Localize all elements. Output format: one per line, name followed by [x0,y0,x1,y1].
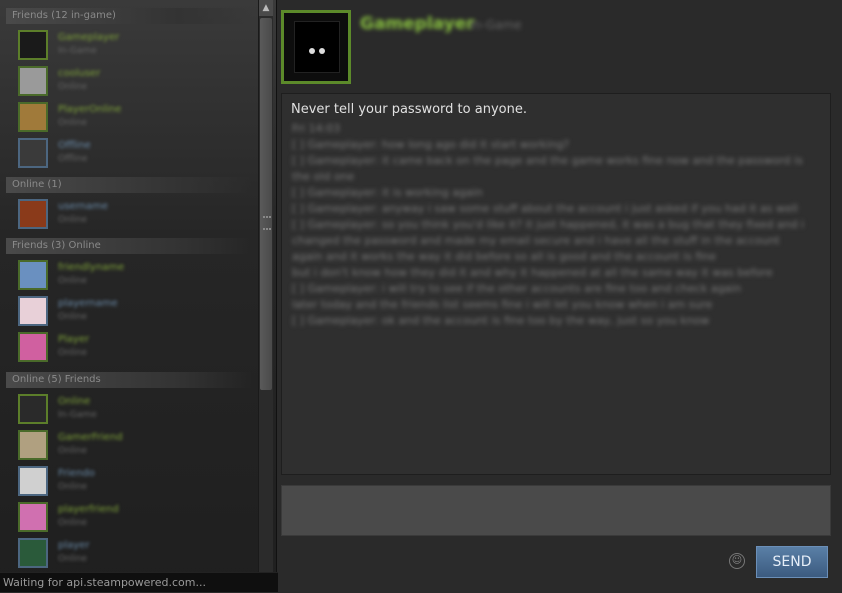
friend-name: player [58,540,90,551]
friend-item[interactable]: username Online [18,199,253,233]
friend-status: Online [58,276,88,286]
avatar [18,502,48,532]
friend-status: Online [58,554,88,564]
friends-scrollbar[interactable]: ▲ [258,0,273,592]
friend-item[interactable]: Online In-Game [18,394,253,428]
friend-item[interactable]: Friendo Online [18,466,253,500]
avatar [18,394,48,424]
chat-message: [ ] Gameplayer: how long ago did it star… [292,138,570,151]
friend-status: Online [58,518,88,528]
scroll-thumb[interactable] [260,18,272,390]
friend-item[interactable]: cooluser Online [18,66,253,100]
chat-partner-status: In-Game [470,18,522,32]
avatar [18,466,48,496]
friends-list-panel: Friends (12 in-game) Gameplayer In-Game … [0,0,277,592]
avatar [18,199,48,229]
friend-status: Online [58,312,88,322]
friend-item[interactable]: Offline Offline [18,138,253,172]
friend-status: Online [58,348,88,358]
chat-message: [ ] Gameplayer: so you think you'd like … [292,218,805,231]
friend-name: GamerFriend [58,432,123,443]
password-warning: Never tell your password to anyone. [291,102,527,117]
friend-item[interactable]: player Online [18,538,253,572]
friend-status: Online [58,118,88,128]
friend-status: Online [58,446,88,456]
chat-message: [ ] Gameplayer: i will try to see if the… [292,282,742,295]
send-button[interactable]: SEND [756,546,828,578]
avatar [18,332,48,362]
friend-name: cooluser [58,68,101,79]
avatar [18,66,48,96]
friend-item[interactable]: playername Online [18,296,253,330]
friend-status: Offline [58,154,88,164]
friend-name: PlayerOnline [58,104,122,115]
avatar [18,138,48,168]
friend-name: playerfriend [58,504,119,515]
friend-name: Offline [58,140,91,151]
friend-name: playername [58,298,118,309]
chat-message: changed the password and made my email s… [292,234,780,247]
friend-name: Gameplayer [58,32,120,43]
chat-message: [ ] Gameplayer: anyway i saw some stuff … [292,202,798,215]
chat-message: later today and the friends list seems f… [292,298,713,311]
chat-message: again and it works the way it did before… [292,250,716,263]
friend-status: In-Game [58,410,97,420]
browser-status-bar: Waiting for api.steampowered.com... [0,572,278,592]
friend-item[interactable]: Gameplayer In-Game [18,30,253,64]
friend-name: friendlyname [58,262,125,273]
group-header[interactable]: Friends (3) Online [6,238,252,254]
friend-item[interactable]: playerfriend Online [18,502,253,536]
friend-name: Friendo [58,468,95,479]
avatar-image [294,21,340,73]
friend-status: Online [58,215,88,225]
chat-log[interactable]: Never tell your password to anyone. Fri … [281,93,831,475]
scroll-up-arrow-icon[interactable]: ▲ [259,0,273,16]
chat-message: [ ] Gameplayer: ok and the account is fi… [292,314,710,327]
chat-partner-name[interactable]: Gameplayer [360,14,475,34]
friend-item[interactable]: Player Online [18,332,253,366]
chat-message-input[interactable] [281,485,831,536]
emoticon-icon[interactable]: ☺ [729,553,745,569]
friend-name: username [58,201,108,212]
avatar [18,430,48,460]
chat-message: Fri 14:03 [292,122,341,135]
avatar [18,102,48,132]
friend-name: Online [58,396,91,407]
friend-status: In-Game [58,46,97,56]
avatar [18,30,48,60]
avatar-eye [309,48,315,54]
avatar [18,260,48,290]
group-header[interactable]: Online (5) Friends [6,372,252,388]
chat-message: but i don't know how they did it and why… [292,266,773,279]
avatar [18,538,48,568]
friend-item[interactable]: PlayerOnline Online [18,102,253,136]
friend-item[interactable]: GamerFriend Online [18,430,253,464]
friend-status: Online [58,482,88,492]
group-header[interactable]: Online (1) [6,177,252,193]
friend-status: Online [58,82,88,92]
chat-message: [ ] Gameplayer: it is working again [292,186,483,199]
chat-partner-avatar[interactable] [281,10,351,84]
group-header[interactable]: Friends (12 in-game) [6,8,252,24]
chat-message: [ ] Gameplayer: it came back on the page… [292,154,803,183]
grip-icon [263,216,271,230]
friend-item[interactable]: friendlyname Online [18,260,253,294]
friend-name: Player [58,334,90,345]
avatar [18,296,48,326]
avatar-eye [319,48,325,54]
